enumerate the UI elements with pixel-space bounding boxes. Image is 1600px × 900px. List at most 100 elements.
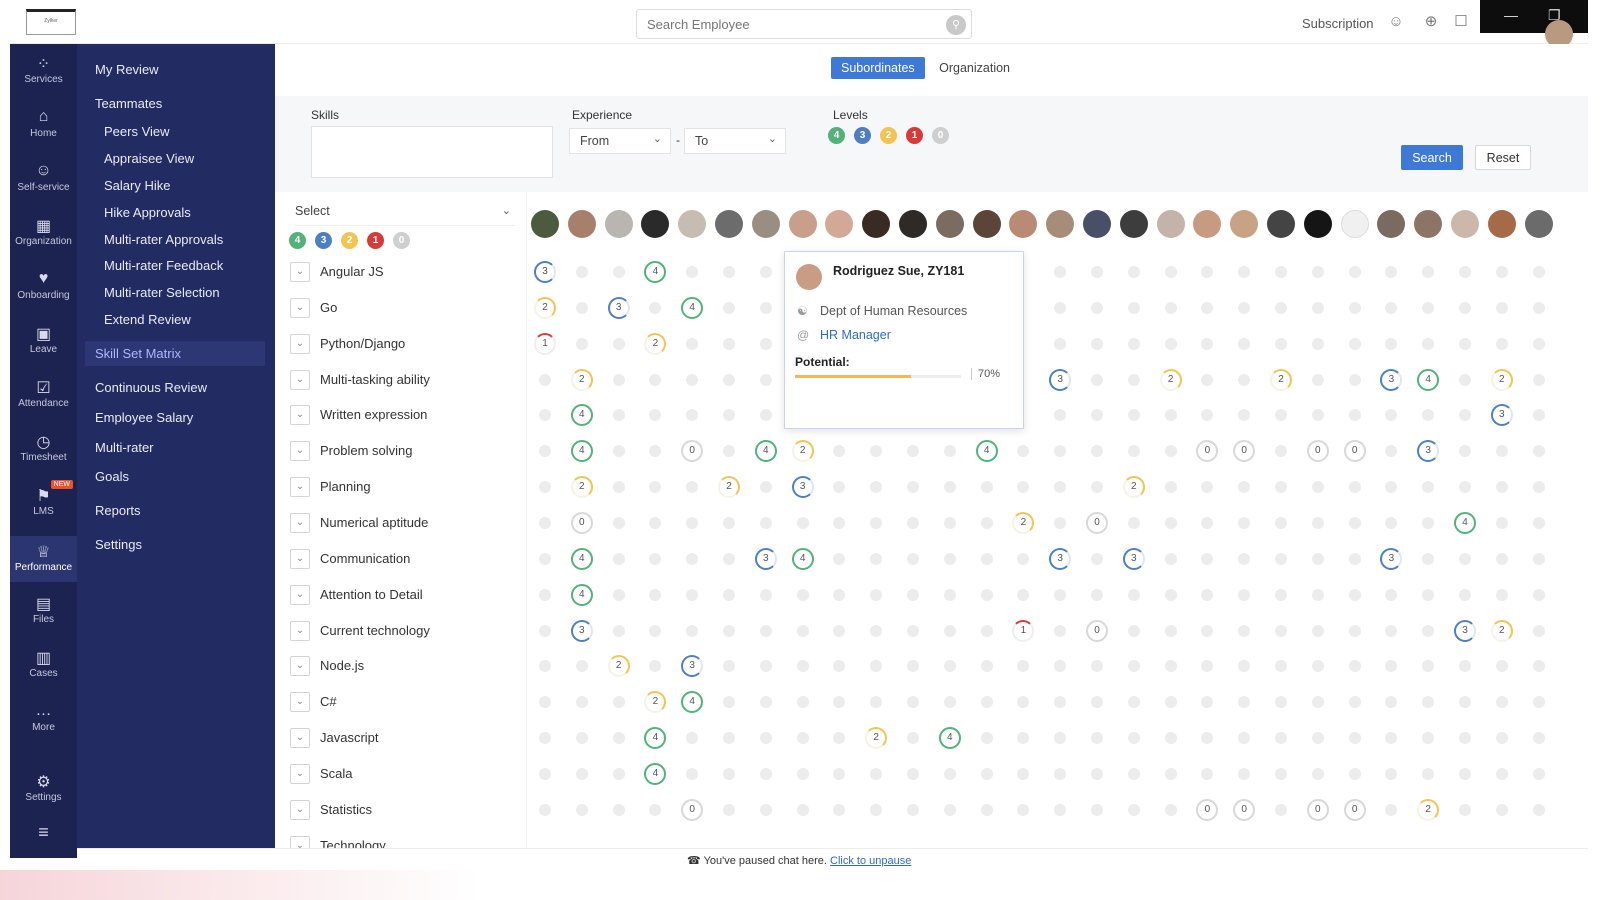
skill-level-badge[interactable]: 2 [1159,368,1182,391]
rail-item-organization[interactable]: ▦ Organization [10,216,77,256]
skill-select[interactable]: Select ⌄ [295,204,515,226]
employee-search[interactable]: ⚲ [636,9,972,39]
skill-level-badge[interactable]: 4 [570,404,593,427]
nav-peers-view[interactable]: Peers View [104,124,170,139]
nav-my-review[interactable]: My Review [95,62,159,77]
tooltip-role[interactable]: HR Manager [820,328,891,342]
skill-level-badge[interactable]: 0 [1306,798,1329,821]
nav-reports[interactable]: Reports [95,503,141,518]
skill-level-badge[interactable]: 3 [1049,547,1072,570]
search-input[interactable] [637,10,927,38]
expand-chevron-icon[interactable]: ⌄ [290,584,310,605]
skill-level-badge[interactable]: 2 [534,296,556,319]
employee-avatar[interactable] [1524,210,1553,238]
tab-organization[interactable]: Organization [929,57,1020,79]
nav-multirater[interactable]: Multi-rater [95,440,154,455]
skill-level-badge[interactable]: 2 [1012,511,1035,534]
nav-continuous-review[interactable]: Continuous Review [95,380,207,395]
rail-item-leave[interactable]: ▣ Leave [10,324,77,364]
unpause-chat-link[interactable]: Click to unpause [830,855,911,867]
experience-from-select[interactable]: From ⌄ [569,128,671,154]
expand-chevron-icon[interactable]: ⌄ [290,262,310,282]
employee-avatar[interactable] [751,210,780,238]
skill-level-badge[interactable]: 3 [681,655,704,678]
expand-chevron-icon[interactable]: ⌄ [290,405,310,426]
skill-level-badge[interactable]: 4 [938,727,961,750]
rail-item-performance[interactable]: ♕ Performance [10,536,77,582]
employee-avatar[interactable] [788,210,817,238]
skill-level-badge[interactable]: 0 [681,440,704,463]
expand-chevron-icon[interactable]: ⌄ [290,333,310,354]
nav-goals[interactable]: Goals [95,469,129,484]
expand-chevron-icon[interactable]: ⌄ [290,477,310,498]
skill-level-badge[interactable]: 2 [570,476,593,499]
employee-avatar[interactable] [1267,210,1295,238]
minimize-icon[interactable]: — [1504,7,1518,23]
employee-avatar[interactable] [715,210,743,238]
employee-avatar[interactable] [825,210,854,238]
employee-avatar[interactable] [1303,210,1332,238]
subscription-link[interactable]: Subscription [1302,16,1374,31]
expand-chevron-icon[interactable]: ⌄ [290,369,310,390]
skill-level-badge[interactable]: 0 [1343,440,1366,463]
nav-employee-salary[interactable]: Employee Salary [95,410,193,425]
employee-avatar[interactable] [972,210,1001,238]
skill-level-badge[interactable]: 0 [681,798,704,821]
skill-level-badge[interactable]: 4 [570,440,593,463]
skill-level-badge[interactable]: 3 [607,296,630,319]
skill-level-badge[interactable]: 3 [754,547,777,570]
nav-teammates[interactable]: Teammates [95,96,162,111]
expand-chevron-icon[interactable]: ⌄ [290,692,310,713]
skill-level-badge[interactable]: 4 [1417,368,1440,391]
employee-avatar[interactable] [567,210,596,238]
skill-level-badge[interactable]: 3 [1380,368,1403,391]
skill-level-badge[interactable]: 4 [570,547,593,570]
employee-avatar[interactable] [1340,210,1369,238]
rail-item-lms[interactable]: ⚑ LMS NEW [10,480,77,526]
skill-level-badge[interactable]: 4 [791,547,814,570]
rail-item-self-service[interactable]: ☺ Self-service [10,162,77,202]
skill-level-badge[interactable]: 2 [1490,368,1513,391]
expand-chevron-icon[interactable]: ⌄ [290,799,310,820]
skill-level-badge[interactable]: 2 [1122,476,1145,499]
skill-level-badge[interactable]: 2 [644,332,667,355]
filter-level-0[interactable]: 0 [932,127,949,144]
employee-avatar[interactable] [1083,210,1111,238]
employee-avatar[interactable] [1414,210,1443,238]
employee-avatar[interactable] [1193,210,1222,238]
skill-level-badge[interactable]: 0 [1306,440,1329,463]
rail-item-more[interactable]: … More [10,702,77,742]
filter-level-2[interactable]: 2 [880,127,897,144]
skill-level-badge[interactable]: 3 [1417,440,1440,463]
nav-salary-hike[interactable]: Salary Hike [104,178,170,193]
nav-hike-approvals[interactable]: Hike Approvals [104,205,191,220]
filter-level-1[interactable]: 1 [906,127,923,144]
legend-level-0[interactable]: 0 [393,232,410,249]
skill-level-badge[interactable]: 4 [754,440,777,463]
skill-level-badge[interactable]: 2 [644,691,667,714]
skill-level-badge[interactable]: 3 [1049,368,1072,391]
skill-level-badge[interactable]: 3 [1490,404,1513,427]
nav-extend-review[interactable]: Extend Review [104,312,191,327]
skill-level-badge[interactable]: 3 [1454,619,1476,642]
skill-level-badge[interactable]: 4 [644,261,667,283]
skill-level-badge[interactable]: 2 [1417,798,1440,821]
search-button[interactable]: Search [1401,145,1463,170]
nav-skill-set-matrix[interactable]: Skill Set Matrix [85,341,265,366]
skill-level-badge[interactable]: 1 [534,332,556,355]
search-icon[interactable]: ⚲ [946,15,966,35]
employee-avatar[interactable] [678,210,707,238]
legend-level-2[interactable]: 2 [341,232,358,249]
skill-level-badge[interactable]: 3 [534,261,556,283]
skill-level-badge[interactable]: 2 [791,440,814,463]
skill-level-badge[interactable]: 3 [1122,547,1145,570]
skill-level-badge[interactable]: 0 [1233,440,1256,463]
employee-avatar[interactable] [1377,210,1406,238]
rail-item-services[interactable]: ⁘ Services [10,54,77,94]
skill-level-badge[interactable]: 3 [791,476,814,499]
company-logo[interactable]: Zylker [26,9,76,35]
skill-level-badge[interactable]: 2 [607,655,630,678]
skill-level-badge[interactable]: 4 [681,691,704,714]
expand-chevron-icon[interactable]: ⌄ [290,441,310,462]
rail-item-attendance[interactable]: ☑ Attendance [10,378,77,418]
